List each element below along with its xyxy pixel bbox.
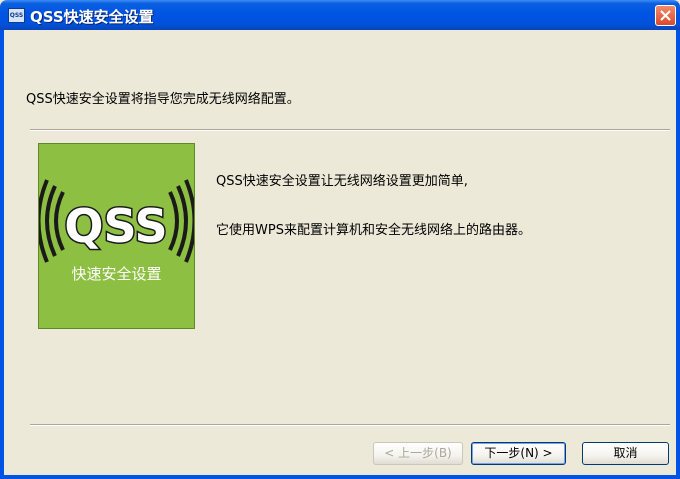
logo-caption: 快速安全设置 <box>71 265 162 283</box>
description-line-1: QSS快速安全设置让无线网络设置更加简单, <box>216 174 468 189</box>
logo-text: QSS <box>64 199 167 253</box>
qss-logo: QSS 快速安全设置 <box>38 143 195 329</box>
qss-signal-icon: QSS <box>39 179 194 263</box>
next-button[interactable]: 下一步(N) > <box>471 442 566 465</box>
window-title: QSS快速安全设置 <box>30 8 154 26</box>
top-divider <box>30 129 670 131</box>
back-button[interactable]: < 上一步(B) <box>373 442 463 465</box>
window-border-right <box>676 30 680 479</box>
cancel-button[interactable]: 取消 <box>582 442 669 465</box>
qss-wizard-window: QSS QSS快速安全设置 QSS快速安全设置将指导您完成无线网络配置。 QSS… <box>0 0 680 479</box>
close-button[interactable] <box>655 5 676 26</box>
app-icon: QSS <box>8 8 25 23</box>
close-icon <box>660 10 671 21</box>
intro-text: QSS快速安全设置将指导您完成无线网络配置。 <box>26 92 300 107</box>
title-bar[interactable]: QSS QSS快速安全设置 <box>0 0 680 30</box>
bottom-divider <box>30 424 670 426</box>
window-border-bottom <box>0 475 680 479</box>
description-line-2: 它使用WPS来配置计算机和安全无线网络上的路由器。 <box>216 223 531 238</box>
